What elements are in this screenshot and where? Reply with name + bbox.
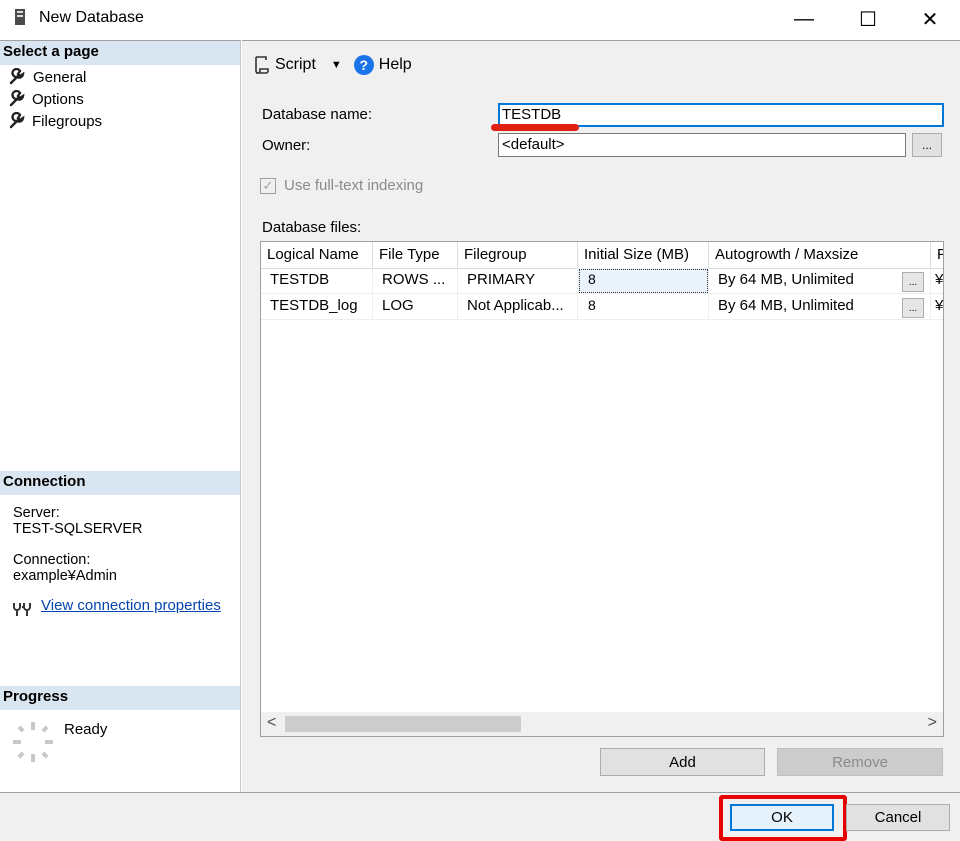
fulltext-label: Use full-text indexing <box>284 177 424 194</box>
cell-file-type[interactable]: ROWS ... <box>373 268 458 294</box>
cell-filegroup[interactable]: Not Applicab... <box>458 294 578 320</box>
wrench-icon <box>9 90 25 107</box>
script-icon <box>255 56 269 74</box>
database-files-label: Database files: <box>262 219 362 236</box>
wrench-icon <box>9 68 25 85</box>
fulltext-checkbox[interactable]: ✓ <box>260 178 276 194</box>
column-header-filegroup[interactable]: Filegroup <box>458 242 578 269</box>
page-item-general[interactable]: General <box>8 66 88 88</box>
annotation-underline <box>491 124 579 131</box>
cell-logical-name[interactable]: TESTDB <box>261 268 373 294</box>
left-pane: Select a page General Options Filegroups… <box>0 40 241 792</box>
page-item-options[interactable]: Options <box>8 88 84 110</box>
add-button[interactable]: Add <box>600 748 765 776</box>
table-row[interactable]: TESTDB_log LOG Not Applicab... 8 By 64 M… <box>261 294 943 320</box>
wrench-icon <box>9 112 25 129</box>
scroll-thumb[interactable] <box>285 716 521 732</box>
cell-file-type[interactable]: LOG <box>373 294 458 320</box>
cell-initial-size[interactable]: 8 <box>578 268 709 294</box>
connection-label: Connection: <box>13 552 91 568</box>
database-icon <box>15 9 25 25</box>
autogrowth-browse-button[interactable]: ... <box>902 272 924 292</box>
owner-input[interactable]: <default> <box>498 133 906 157</box>
column-header-autogrowth[interactable]: Autogrowth / Maxsize <box>709 242 931 269</box>
progress-header: Progress <box>0 686 240 710</box>
horizontal-scrollbar[interactable]: < > <box>261 712 943 736</box>
window-title: New Database <box>39 9 144 26</box>
annotation-highlight-box <box>719 795 847 841</box>
progress-spinner-icon <box>13 722 53 762</box>
page-item-filegroups[interactable]: Filegroups <box>8 110 102 132</box>
cell-initial-size[interactable]: 8 <box>578 294 709 320</box>
help-icon: ? <box>353 55 374 75</box>
database-name-label: Database name: <box>262 106 373 123</box>
connection-properties-icon <box>13 603 31 616</box>
close-button[interactable]: ✕ <box>900 0 960 38</box>
script-label: Script <box>275 56 316 73</box>
title-bar: New Database — ☐ ✕ <box>0 0 960 38</box>
help-label: Help <box>378 56 412 73</box>
page-item-label: Filegroups <box>32 112 103 130</box>
page-item-label: General <box>32 67 88 87</box>
page-item-label: Options <box>32 90 84 108</box>
select-page-header: Select a page <box>0 41 240 65</box>
connection-header: Connection <box>0 471 240 495</box>
connection-value: example¥Admin <box>13 568 117 584</box>
owner-label: Owner: <box>262 137 311 154</box>
server-label: Server: <box>13 505 60 521</box>
database-files-grid[interactable]: Logical Name File Type Filegroup Initial… <box>260 241 944 737</box>
toolbar: Script ▼ ? Help <box>252 53 424 77</box>
column-header-initial-size[interactable]: Initial Size (MB) <box>578 242 709 269</box>
cell-path[interactable]: ¥ <box>931 294 943 320</box>
table-row[interactable]: TESTDB ROWS ... PRIMARY 8 By 64 MB, Unli… <box>261 268 943 294</box>
script-dropdown-icon[interactable]: ▼ <box>331 59 342 71</box>
owner-browse-button[interactable]: ... <box>912 133 942 157</box>
progress-status: Ready <box>64 721 108 738</box>
help-button[interactable]: ? Help <box>353 55 412 75</box>
maximize-button[interactable]: ☐ <box>838 0 898 38</box>
minimize-button[interactable]: — <box>774 0 834 38</box>
view-connection-properties-link[interactable]: View connection properties <box>41 597 221 614</box>
cell-autogrowth[interactable]: By 64 MB, Unlimited ... <box>709 294 931 320</box>
autogrowth-browse-button[interactable]: ... <box>902 298 924 318</box>
cell-logical-name[interactable]: TESTDB_log <box>261 294 373 320</box>
cell-autogrowth-text: By 64 MB, Unlimited <box>718 271 854 288</box>
grid-header: Logical Name File Type Filegroup Initial… <box>261 242 943 269</box>
column-header-file-type[interactable]: File Type <box>373 242 458 269</box>
cell-path[interactable]: ¥ <box>931 268 943 294</box>
scroll-right-button[interactable]: > <box>928 714 937 732</box>
remove-button[interactable]: Remove <box>777 748 943 776</box>
column-header-path[interactable]: P <box>931 242 943 269</box>
cell-autogrowth[interactable]: By 64 MB, Unlimited ... <box>709 268 931 294</box>
cancel-button[interactable]: Cancel <box>846 804 950 831</box>
cell-filegroup[interactable]: PRIMARY <box>458 268 578 294</box>
cell-autogrowth-text: By 64 MB, Unlimited <box>718 297 854 314</box>
column-header-logical-name[interactable]: Logical Name <box>261 242 373 269</box>
script-button[interactable]: Script ▼ <box>252 55 342 75</box>
scroll-left-button[interactable]: < <box>267 714 276 732</box>
server-value: TEST-SQLSERVER <box>13 521 143 537</box>
